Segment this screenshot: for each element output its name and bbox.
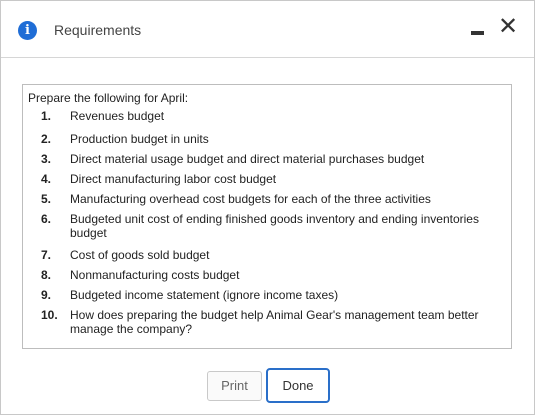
- requirements-dialog: i Requirements ✕ Prepare the following f…: [0, 0, 535, 415]
- intro-text: Prepare the following for April:: [28, 91, 189, 105]
- item-text: Production budget in units: [70, 132, 209, 146]
- list-item: 2. Production budget in units: [23, 132, 511, 152]
- item-text: Nonmanufacturing costs budget: [70, 268, 240, 282]
- item-number: 8.: [41, 268, 52, 282]
- item-text: Cost of goods sold budget: [70, 248, 210, 262]
- close-icon[interactable]: ✕: [498, 14, 518, 38]
- list-item: 3. Direct material usage budget and dire…: [23, 152, 511, 172]
- list-item: 1. Revenues budget: [23, 109, 511, 129]
- dialog-title: Requirements: [54, 22, 142, 38]
- list-item: 4. Direct manufacturing labor cost budge…: [23, 172, 511, 192]
- item-text: Direct material usage budget and direct …: [70, 152, 425, 166]
- dialog-titlebar: i Requirements ✕: [1, 1, 534, 58]
- item-number: 4.: [41, 172, 52, 186]
- list-item: 7. Cost of goods sold budget: [23, 248, 511, 268]
- requirements-list: 1. Revenues budget 2. Production budget …: [23, 109, 511, 338]
- item-text: How does preparing the budget help Anima…: [70, 308, 479, 336]
- item-text: Budgeted income statement (ignore income…: [70, 288, 339, 302]
- minimize-icon[interactable]: [471, 23, 485, 37]
- item-text: Manufacturing overhead cost budgets for …: [70, 192, 431, 206]
- list-item: 9. Budgeted income statement (ignore inc…: [23, 288, 511, 308]
- item-number: 10.: [41, 308, 58, 322]
- item-number: 6.: [41, 212, 52, 226]
- list-item: 5. Manufacturing overhead cost budgets f…: [23, 192, 511, 212]
- item-text: Revenues budget: [70, 109, 165, 123]
- item-number: 9.: [41, 288, 52, 302]
- done-button[interactable]: Done: [266, 368, 330, 403]
- item-text: Direct manufacturing labor cost budget: [70, 172, 277, 186]
- list-item: 10. How does preparing the budget help A…: [23, 308, 511, 338]
- info-icon: i: [18, 21, 37, 40]
- item-number: 7.: [41, 248, 52, 262]
- item-number: 5.: [41, 192, 52, 206]
- item-number: 2.: [41, 132, 52, 146]
- list-item: 8. Nonmanufacturing costs budget: [23, 268, 511, 288]
- item-number: 1.: [41, 109, 52, 123]
- requirements-content: Prepare the following for April: 1. Reve…: [22, 84, 512, 349]
- item-number: 3.: [41, 152, 52, 166]
- list-item: 6. Budgeted unit cost of ending finished…: [23, 212, 511, 248]
- print-button[interactable]: Print: [207, 371, 262, 401]
- item-text: Budgeted unit cost of ending finished go…: [70, 212, 479, 240]
